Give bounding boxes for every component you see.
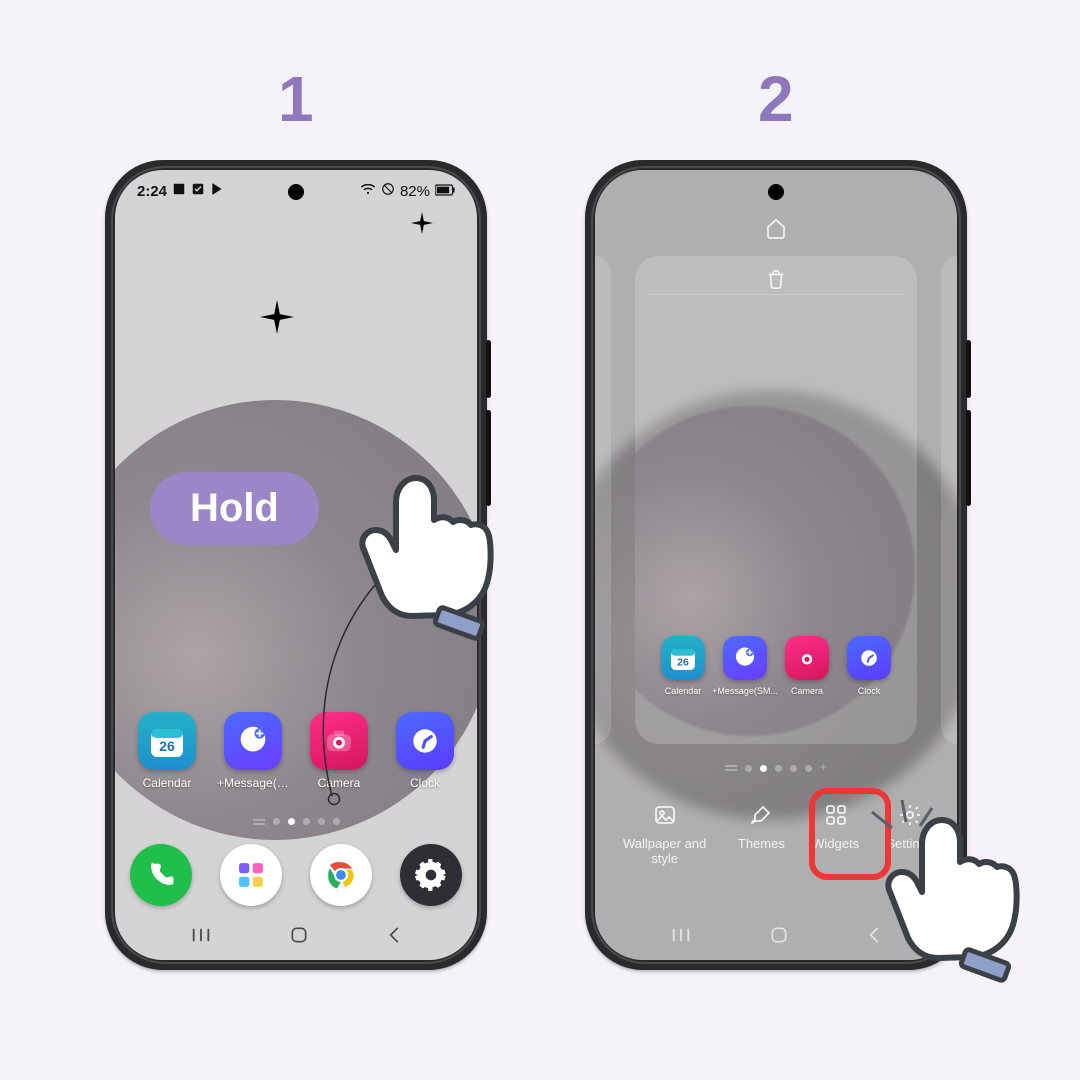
default-home-icon[interactable] [764,216,788,245]
step-number-1: 1 [278,62,314,136]
page-indicator[interactable] [115,818,477,825]
no-sim-icon [381,182,395,200]
prev-page-peek[interactable] [595,256,611,744]
dock-apps[interactable] [220,844,282,906]
delete-page-icon[interactable] [635,268,917,290]
nav-recents[interactable] [190,926,212,949]
battery-percent: 82% [400,183,430,200]
play-icon [210,182,224,200]
mini-app-camera[interactable]: Camera [783,636,831,696]
nav-back[interactable] [386,925,402,950]
status-time: 2:24 [137,183,167,200]
brush-icon [749,802,773,828]
app-calendar[interactable]: 26 Calendar [137,712,197,790]
dock-chrome[interactable] [310,844,372,906]
nav-bar [115,914,477,960]
svg-text:26: 26 [159,738,175,754]
check-badge-icon [191,182,205,200]
sparkle-icon [260,300,294,334]
sparkle-icon [411,212,433,234]
mini-app-message[interactable]: +Message(SM... [721,636,769,696]
dock [115,844,477,906]
picture-icon [172,182,186,200]
mini-app-calendar[interactable]: 26 Calendar [659,636,707,696]
page-indicator-edit[interactable]: + [595,764,957,772]
svg-text:26: 26 [677,657,689,669]
home-page-card[interactable]: 26 Calendar +Message(SM... [635,256,917,744]
tap-hand-icon [866,798,1036,993]
tap-hand-icon [350,468,510,653]
dock-phone[interactable] [130,844,192,906]
mini-app-clock[interactable]: Clock [845,636,893,696]
battery-icon [435,183,455,200]
front-camera-notch [768,184,784,200]
wifi-icon [360,182,376,200]
picture-icon [653,802,677,828]
front-camera-notch [288,184,304,200]
nav-recents[interactable] [670,926,692,949]
app-message[interactable]: +Message(SM... [223,712,283,790]
nav-home[interactable] [769,925,789,950]
dock-settings[interactable] [400,844,462,906]
edit-themes-button[interactable]: Themes [738,802,785,851]
edit-wallpaper-button[interactable]: Wallpaper and style [619,802,711,866]
next-page-peek[interactable] [941,256,957,744]
nav-home[interactable] [289,925,309,950]
step-number-2: 2 [758,62,794,136]
